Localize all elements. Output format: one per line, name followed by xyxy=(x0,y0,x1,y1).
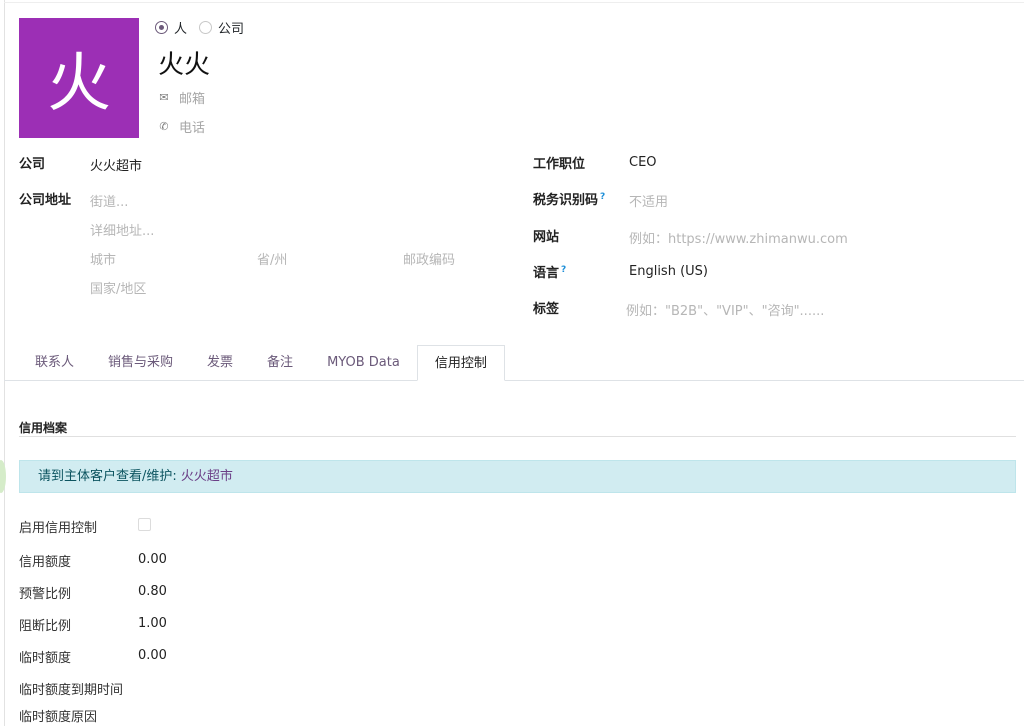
tab-notes[interactable]: 备注 xyxy=(250,345,310,381)
sheet-left-border xyxy=(4,0,5,726)
alert-text: 请到主体客户查看/维护: xyxy=(38,469,181,484)
temp-limit-label: 临时额度 xyxy=(19,651,72,666)
credit-profile-title: 信用档案 xyxy=(19,421,68,435)
company-label: 公司 xyxy=(19,157,46,172)
parent-customer-link[interactable]: 火火超市 xyxy=(181,469,233,484)
state-input[interactable]: 省/州 xyxy=(257,249,287,268)
warning-ratio-field[interactable]: 0.80 xyxy=(138,584,167,599)
warning-ratio-label: 预警比例 xyxy=(19,587,72,602)
street2-input[interactable]: 详细地址... xyxy=(90,220,154,239)
job-position-label: 工作职位 xyxy=(533,157,586,172)
city-input[interactable]: 城市 xyxy=(90,249,116,268)
sheet-top-border xyxy=(4,2,1024,3)
address-label: 公司地址 xyxy=(19,193,72,208)
person-radio[interactable] xyxy=(155,21,168,34)
job-position-field[interactable]: CEO xyxy=(629,155,657,170)
language-select[interactable]: English (US) xyxy=(629,264,708,279)
type-person-option[interactable]: 人 xyxy=(155,18,187,37)
tax-id-label-text: 税务识别码 xyxy=(533,193,599,208)
tags-input[interactable]: 例如："B2B"、"VIP"、"咨询"...... xyxy=(626,300,824,319)
country-input[interactable]: 国家/地区 xyxy=(90,278,146,297)
credit-limit-label: 信用额度 xyxy=(19,555,72,570)
avatar-initial: 火 xyxy=(47,47,111,121)
tax-id-input[interactable]: 不适用 xyxy=(629,191,668,210)
credit-limit-field[interactable]: 0.00 xyxy=(138,552,167,567)
envelope-icon: ✉ xyxy=(159,91,169,104)
section-divider xyxy=(19,436,1016,437)
help-icon[interactable]: ? xyxy=(561,265,566,275)
temp-limit-expiry-label: 临时额度到期时间 xyxy=(19,683,124,698)
enable-credit-checkbox[interactable] xyxy=(138,518,151,531)
block-ratio-field[interactable]: 1.00 xyxy=(138,616,167,631)
status-indicator xyxy=(0,460,6,493)
language-label-text: 语言 xyxy=(533,266,560,281)
company-radio[interactable] xyxy=(199,21,213,34)
phone-placeholder: 电话 xyxy=(179,121,206,136)
temp-limit-reason-label: 临时额度原因 xyxy=(19,710,98,725)
tab-sales-purchase[interactable]: 销售与采购 xyxy=(91,345,190,381)
email-field[interactable]: ✉ 邮箱 xyxy=(157,88,205,107)
company-label: 公司 xyxy=(218,22,245,37)
tags-label: 标签 xyxy=(533,302,560,317)
help-icon[interactable]: ? xyxy=(600,192,605,202)
enable-credit-label: 启用信用控制 xyxy=(19,521,98,536)
language-label: 语言? xyxy=(533,262,566,281)
tab-myob-data[interactable]: MYOB Data xyxy=(310,345,417,381)
street-input[interactable]: 街道... xyxy=(90,191,128,210)
partner-name-field[interactable]: 火火 xyxy=(158,44,210,81)
phone-icon: ✆ xyxy=(159,120,169,133)
person-label: 人 xyxy=(174,22,188,37)
email-placeholder: 邮箱 xyxy=(179,92,206,107)
website-input[interactable]: 例如：https://www.zhimanwu.com xyxy=(629,228,848,247)
tax-id-label: 税务识别码? xyxy=(533,189,605,208)
tab-credit-control[interactable]: 信用控制 xyxy=(416,345,505,381)
website-label: 网站 xyxy=(533,230,560,245)
block-ratio-label: 阻断比例 xyxy=(19,619,72,634)
company-field[interactable]: 火火超市 xyxy=(90,155,142,174)
contact-type-selector: 人 公司 xyxy=(155,18,256,37)
avatar[interactable]: 火 xyxy=(19,18,139,138)
tab-invoicing[interactable]: 发票 xyxy=(190,345,250,381)
temp-limit-field[interactable]: 0.00 xyxy=(138,648,167,663)
tab-contacts[interactable]: 联系人 xyxy=(18,345,91,381)
zip-input[interactable]: 邮政编码 xyxy=(403,249,455,268)
notebook-tabs: 联系人 销售与采购 发票 备注 MYOB Data 信用控制 xyxy=(18,345,505,381)
phone-field[interactable]: ✆ 电话 xyxy=(157,117,205,136)
info-alert: 请到主体客户查看/维护: 火火超市 xyxy=(19,460,1016,493)
type-company-option[interactable]: 公司 xyxy=(199,18,244,37)
